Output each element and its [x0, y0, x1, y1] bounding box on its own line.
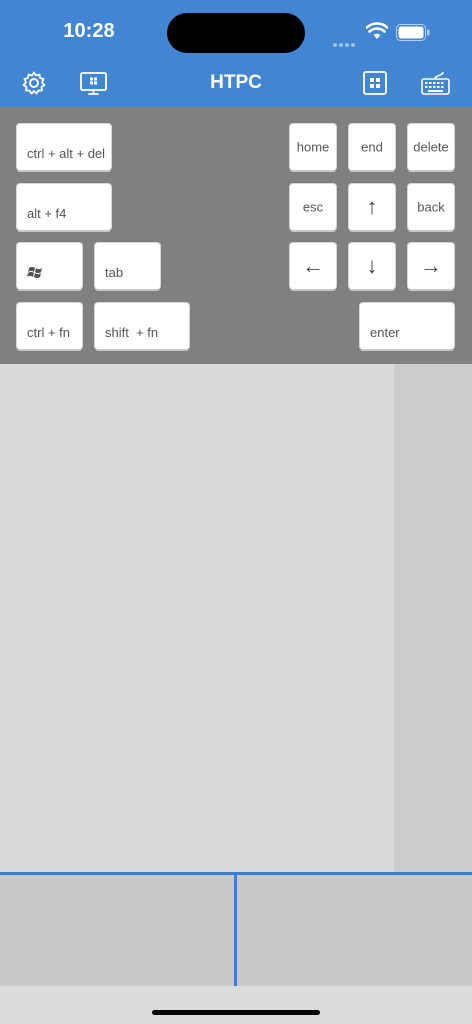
grid-icon[interactable] — [363, 71, 387, 95]
page-title: HTPC — [210, 72, 262, 93]
arrow-up-icon: ↑ — [366, 194, 378, 219]
arrow-right-icon: → — [420, 253, 442, 278]
left-click-button[interactable] — [0, 875, 234, 986]
cellular-signal-icon — [333, 34, 357, 52]
key-label: end — [361, 139, 383, 155]
shortcut-key-panel: ctrl + alt + del alt + f4 tab ctrl + fn … — [0, 107, 472, 364]
home-key[interactable]: home — [290, 124, 336, 170]
app-header: 10:28 HTPC — [0, 0, 472, 107]
key-label: alt + f4 — [27, 206, 67, 221]
key-label: ctrl + fn — [27, 325, 70, 340]
arrow-down-key[interactable]: ↓ — [349, 243, 395, 289]
wifi-icon — [366, 22, 388, 39]
status-time: 10:28 — [63, 20, 115, 42]
touchpad-area[interactable] — [0, 364, 394, 872]
back-key[interactable]: back — [408, 184, 454, 230]
right-click-button[interactable] — [237, 875, 472, 986]
shift-fn-key[interactable]: shift + fn — [95, 303, 189, 349]
key-label: home — [296, 139, 330, 155]
arrow-right-key[interactable]: → — [408, 243, 454, 289]
key-label: shift + fn — [105, 325, 159, 340]
arrow-left-icon: ← — [302, 253, 324, 278]
ctrl-alt-del-key[interactable]: ctrl + alt + del — [17, 124, 111, 170]
alt-f4-key[interactable]: alt + f4 — [17, 184, 111, 230]
bottom-safe-area — [0, 986, 472, 1024]
delete-key[interactable]: delete — [408, 124, 454, 170]
key-label: back — [417, 199, 445, 215]
battery-icon — [396, 24, 430, 41]
arrow-left-key[interactable]: ← — [290, 243, 336, 289]
end-key[interactable]: end — [349, 124, 395, 170]
key-label: enter — [370, 325, 400, 340]
ctrl-fn-key[interactable]: ctrl + fn — [17, 303, 82, 349]
key-label: tab — [105, 265, 124, 280]
windows-key[interactable] — [17, 243, 82, 289]
key-label: esc — [302, 199, 324, 215]
monitor-icon[interactable] — [80, 70, 107, 96]
gear-icon[interactable] — [21, 70, 47, 96]
tab-key[interactable]: tab — [95, 243, 160, 289]
home-indicator[interactable] — [152, 1010, 320, 1015]
key-label: ctrl + alt + del — [27, 146, 106, 161]
arrow-up-key[interactable]: ↑ — [349, 184, 395, 230]
esc-key[interactable]: esc — [290, 184, 336, 230]
arrow-down-icon: ↓ — [366, 253, 378, 278]
mouse-button-bar — [0, 872, 472, 986]
keyboard-icon[interactable] — [421, 70, 450, 96]
key-label: delete — [413, 139, 449, 155]
enter-key[interactable]: enter — [360, 303, 454, 349]
dynamic-island — [167, 13, 305, 53]
windows-logo-icon — [27, 266, 42, 279]
